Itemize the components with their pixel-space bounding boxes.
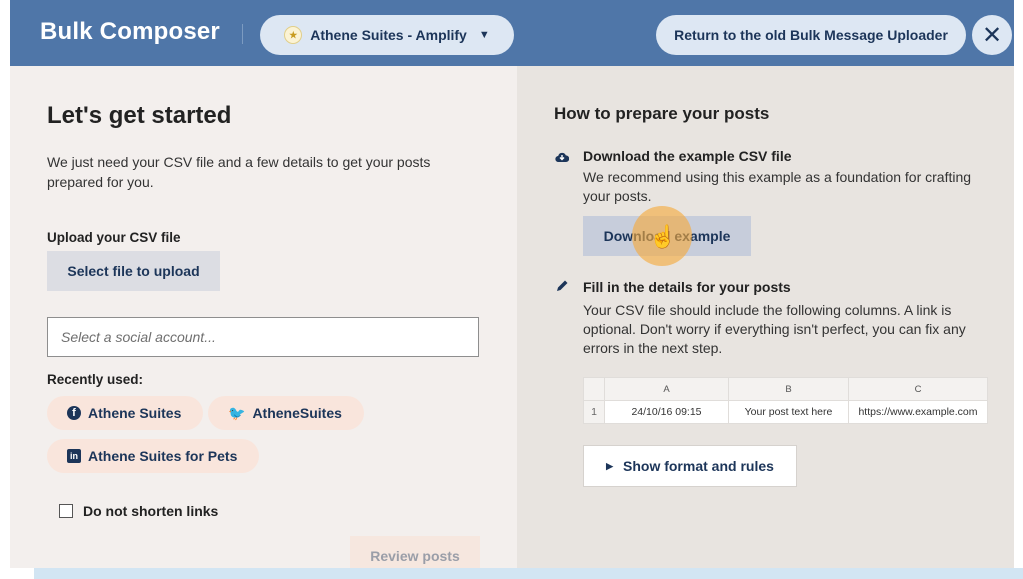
step-download-text: We recommend using this example as a fou…	[583, 169, 972, 204]
step-download-title: Download the example CSV file	[583, 148, 792, 164]
review-posts-button[interactable]: Review posts	[350, 536, 480, 568]
column-header: B	[728, 377, 849, 401]
table-cell-date: 24/10/16 09:15	[604, 400, 729, 424]
recent-account-chip[interactable]: 🐦 AtheneSuites	[208, 396, 364, 430]
close-button[interactable]: ✕	[972, 15, 1012, 55]
step-fill-title: Fill in the details for your posts	[583, 279, 791, 295]
recent-account-chip[interactable]: f Athene Suites	[47, 396, 204, 430]
recent-account-name: Athene Suites for Pets	[88, 448, 238, 464]
step-fill-text: Your CSV file should include the followi…	[583, 302, 966, 356]
header-divider	[242, 24, 243, 44]
shorten-links-label: Do not shorten links	[83, 503, 219, 519]
show-format-button[interactable]: ▶ Show format and rules	[583, 445, 797, 487]
close-icon: ✕	[981, 21, 1003, 49]
corner-cell	[583, 377, 605, 401]
recent-account-chip[interactable]: in Athene Suites for Pets	[47, 439, 260, 473]
table-cell-link: https://www.example.com	[848, 400, 988, 424]
top-bar: Bulk Composer ★ Athene Suites - Amplify …	[10, 0, 1014, 66]
left-panel: Let's get started We just need your CSV …	[10, 66, 517, 568]
caret-right-icon: ▶	[606, 460, 613, 471]
recent-account-name: Athene Suites	[88, 405, 182, 421]
column-header: A	[604, 377, 729, 401]
bottom-band	[34, 568, 1023, 579]
select-file-button[interactable]: Select file to upload	[47, 251, 220, 291]
csv-example-table: A B C 1 24/10/16 09:15 Your post text he…	[583, 377, 988, 424]
table-cell-text: Your post text here	[728, 400, 849, 424]
app-title: Bulk Composer	[40, 18, 220, 45]
instructions-heading: How to prepare your posts	[554, 104, 770, 123]
right-panel: How to prepare your posts Download the e…	[517, 66, 1014, 568]
cloud-download-icon	[555, 150, 569, 164]
pencil-icon	[555, 279, 569, 293]
twitter-icon: 🐦	[228, 404, 246, 421]
org-selector-label: Athene Suites - Amplify	[310, 27, 467, 43]
chevron-down-icon: ▼	[478, 29, 490, 41]
upload-label: Upload your CSV file	[47, 230, 181, 245]
shorten-links-checkbox[interactable]	[59, 504, 73, 518]
download-example-button[interactable]: Download example	[583, 216, 751, 256]
bulk-composer-window: Bulk Composer ★ Athene Suites - Amplify …	[10, 0, 1014, 568]
recently-used-label: Recently used:	[47, 372, 144, 387]
intro-text: We just need your CSV file and a few det…	[47, 154, 431, 190]
org-selector-dropdown[interactable]: ★ Athene Suites - Amplify ▼	[260, 15, 514, 55]
org-logo-icon: ★	[284, 26, 303, 44]
shorten-links-option: Do not shorten links	[59, 503, 218, 519]
facebook-icon: f	[67, 406, 81, 420]
linkedin-icon: in	[67, 449, 81, 463]
column-header: C	[848, 377, 988, 401]
recent-account-name: AtheneSuites	[252, 405, 342, 421]
social-account-input[interactable]: Select a social account...	[47, 317, 479, 357]
return-old-uploader-button[interactable]: Return to the old Bulk Message Uploader	[656, 15, 966, 55]
page-title: Let's get started	[47, 102, 232, 129]
table-header-row: A B C	[583, 377, 988, 401]
show-format-label: Show format and rules	[623, 458, 774, 474]
table-row: 1 24/10/16 09:15 Your post text here htt…	[583, 400, 988, 424]
row-number: 1	[583, 400, 605, 424]
